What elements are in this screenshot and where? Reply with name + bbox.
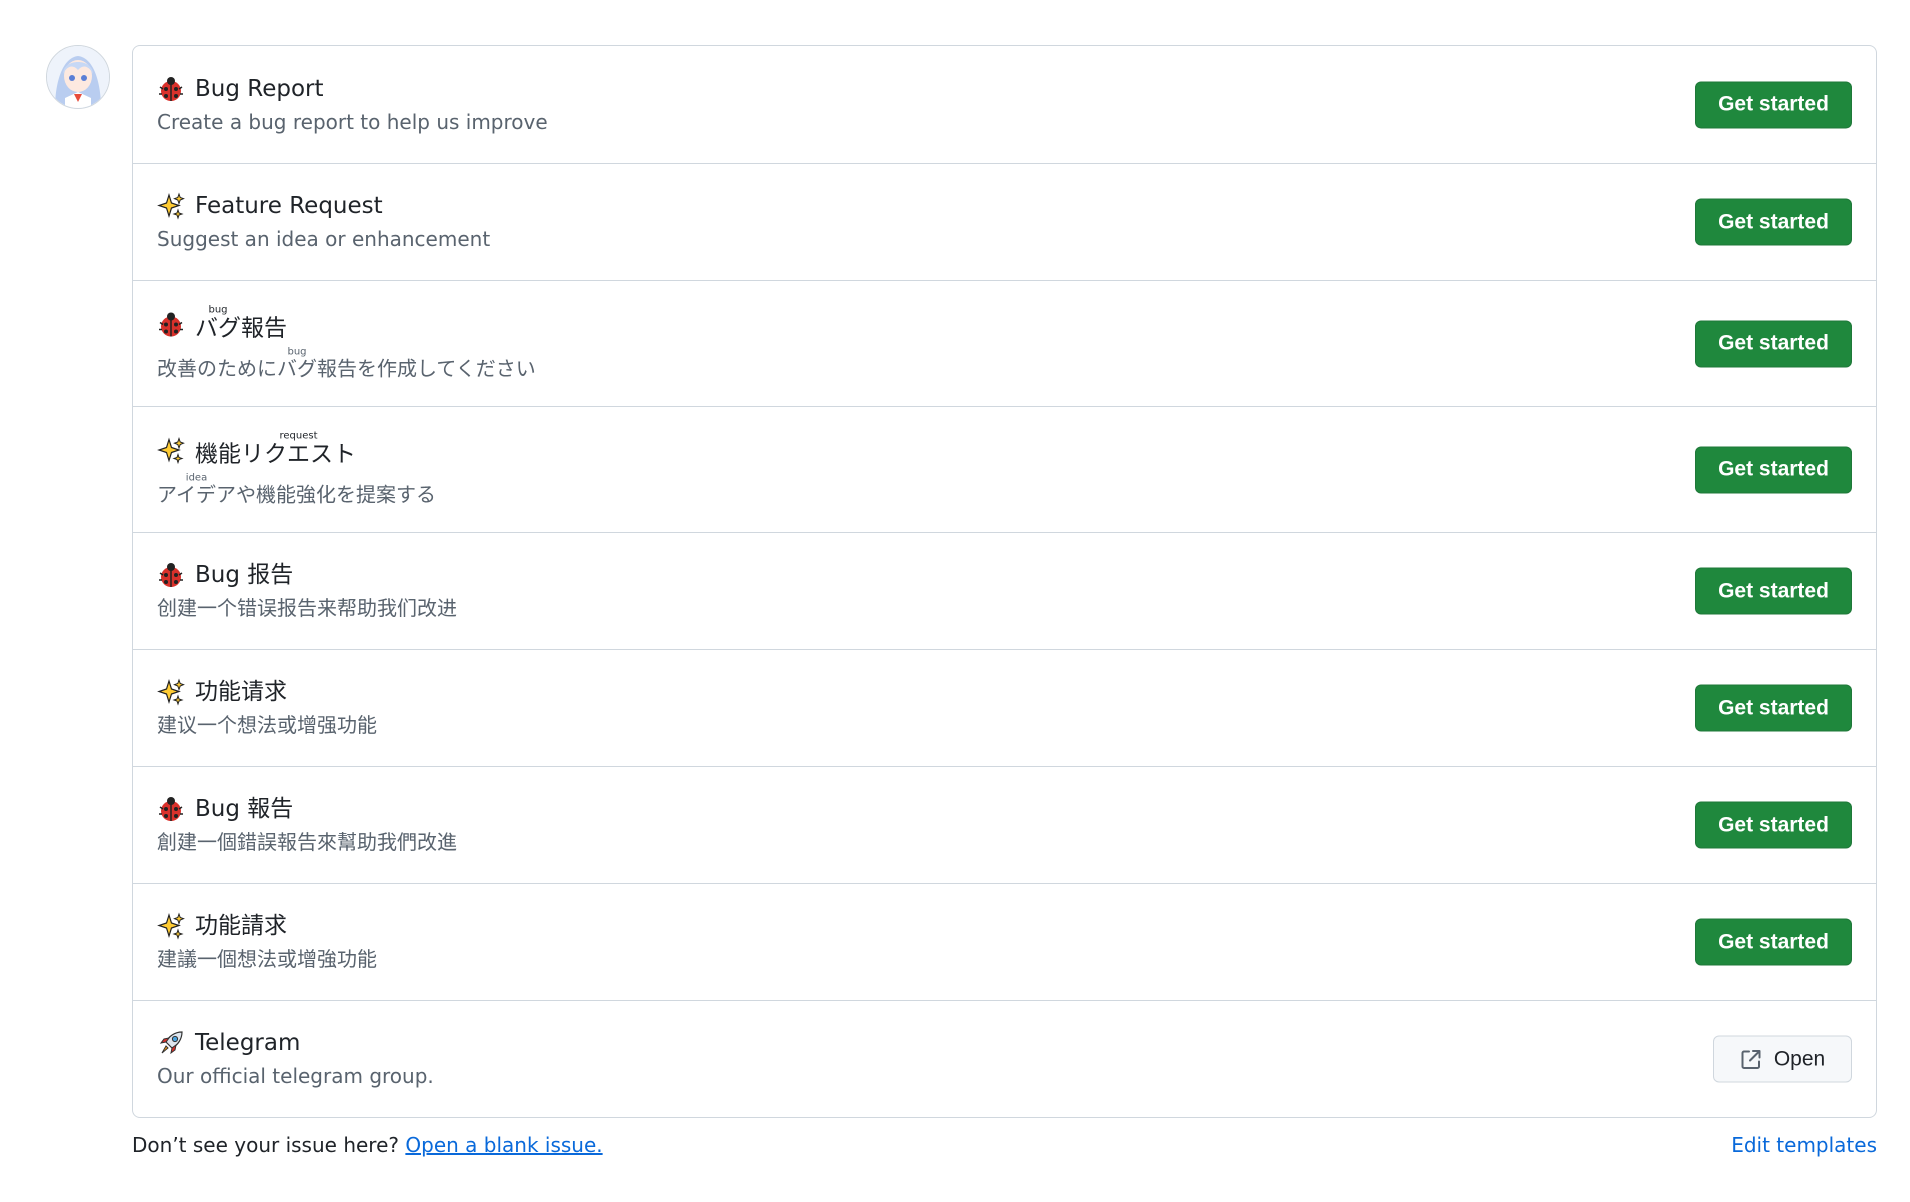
template-title: Bug 报告 xyxy=(195,562,294,588)
template-title: Bug 報告 xyxy=(195,796,294,822)
template-title: Telegram xyxy=(195,1030,301,1056)
template-description: 創建一個錯誤報告來幫助我們改進 xyxy=(157,830,457,854)
get-started-button[interactable]: Get started xyxy=(1695,446,1852,493)
template-row-bug-report: Bug Report Create a bug report to help u… xyxy=(133,46,1876,163)
ladybug-icon xyxy=(157,795,185,823)
template-row-bug-report-zh-hant: Bug 報告 創建一個錯誤報告來幫助我們改進 Get started xyxy=(133,766,1876,883)
template-row-telegram: Telegram Our official telegram group. Op… xyxy=(133,1000,1876,1117)
template-description: Our official telegram group. xyxy=(157,1064,434,1088)
template-title: 功能请求 xyxy=(195,679,287,705)
template-row-feature-request-ja: 機能リクエストrequest アイデアideaや機能強化を提案する Get st… xyxy=(133,406,1876,532)
template-title: 功能請求 xyxy=(195,913,287,939)
get-started-button[interactable]: Get started xyxy=(1695,801,1852,849)
get-started-button[interactable]: Get started xyxy=(1695,81,1852,128)
issue-template-list: Bug Report Create a bug report to help u… xyxy=(132,45,1877,1118)
get-started-button[interactable]: Get started xyxy=(1695,320,1852,367)
get-started-button[interactable]: Get started xyxy=(1695,918,1852,966)
open-button-label: Open xyxy=(1773,1047,1826,1070)
ladybug-icon xyxy=(157,310,185,338)
template-description: Create a bug report to help us improve xyxy=(157,109,548,134)
template-row-feature-request: Feature Request Suggest an idea or enhan… xyxy=(133,163,1876,280)
sparkles-icon xyxy=(157,678,185,706)
template-row-bug-report-ja: バグbug報告 改善のためにバグbug報告を作成してください Get start… xyxy=(133,280,1876,406)
get-started-button[interactable]: Get started xyxy=(1695,567,1852,615)
avatar[interactable] xyxy=(46,45,110,109)
template-description: 创建一个错误报告来帮助我们改进 xyxy=(157,596,457,620)
template-row-bug-report-zh-hans: Bug 报告 创建一个错误报告来帮助我们改进 Get started xyxy=(133,532,1876,649)
open-blank-issue-link[interactable]: Open a blank issue. xyxy=(405,1133,602,1157)
template-title: Feature Request xyxy=(195,193,383,219)
ladybug-icon xyxy=(157,561,185,589)
template-title: 機能リクエストrequest xyxy=(195,430,356,467)
open-button[interactable]: Open xyxy=(1713,1035,1852,1083)
template-row-feature-request-zh-hans: 功能请求 建议一个想法或增强功能 Get started xyxy=(133,649,1876,766)
template-title: バグbug報告 xyxy=(195,304,287,341)
template-description: 建议一个想法或增强功能 xyxy=(157,713,377,737)
rocket-icon xyxy=(157,1029,185,1057)
edit-templates-link[interactable]: Edit templates xyxy=(1731,1128,1877,1162)
get-started-button[interactable]: Get started xyxy=(1695,198,1852,246)
external-link-icon xyxy=(1740,1048,1762,1070)
get-started-button[interactable]: Get started xyxy=(1695,684,1852,732)
template-description: アイデアideaや機能強化を提案する xyxy=(157,472,436,506)
template-description: 改善のためにバグbug報告を作成してください xyxy=(157,346,536,380)
template-description: 建議一個想法或增強功能 xyxy=(157,947,377,971)
sparkles-icon xyxy=(157,912,185,940)
template-title: Bug Report xyxy=(195,75,324,102)
template-footer: Don’t see your issue here? Open a blank … xyxy=(132,1128,1877,1162)
ladybug-icon xyxy=(157,75,185,103)
footer-prompt: Don’t see your issue here? Open a blank … xyxy=(132,1133,603,1157)
template-description: Suggest an idea or enhancement xyxy=(157,227,491,251)
sparkles-icon xyxy=(157,436,185,464)
sparkles-icon xyxy=(157,192,185,220)
template-row-feature-request-zh-hant: 功能請求 建議一個想法或增強功能 Get started xyxy=(133,883,1876,1000)
